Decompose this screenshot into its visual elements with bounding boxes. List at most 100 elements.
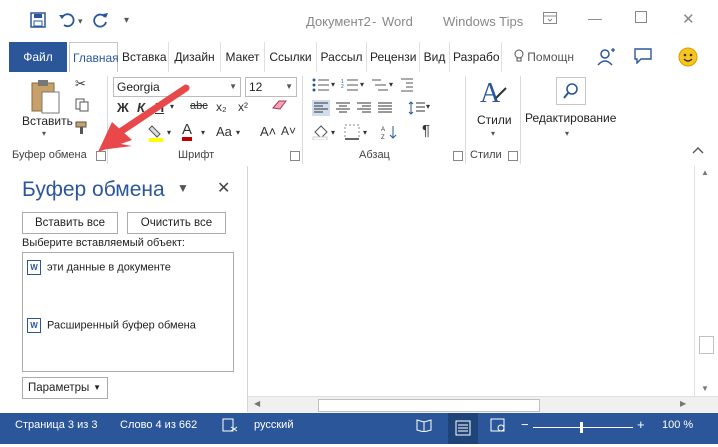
align-right-icon[interactable] xyxy=(356,100,372,119)
borders-icon[interactable] xyxy=(344,124,360,143)
numbering-icon[interactable]: 12 xyxy=(341,78,359,95)
tab-review[interactable]: Рецензи xyxy=(367,42,420,72)
multilevel-dropdown-icon[interactable]: ▾ xyxy=(389,80,393,89)
cut-icon[interactable]: ✂ xyxy=(75,76,86,92)
font-color-button[interactable]: A xyxy=(182,122,193,141)
hscroll-thumb[interactable] xyxy=(318,399,540,412)
editing-label[interactable]: Редактирование xyxy=(525,111,616,125)
undo-dropdown-icon[interactable]: ▾ xyxy=(78,16,83,27)
web-layout-icon[interactable] xyxy=(490,418,506,435)
tab-file[interactable]: Файл xyxy=(9,42,67,72)
sort-icon[interactable]: AZ xyxy=(381,124,399,143)
smiley-feedback-icon[interactable] xyxy=(678,47,698,70)
save-icon[interactable] xyxy=(30,12,46,32)
clipboard-item[interactable]: Wэти данные в документе xyxy=(27,260,171,275)
shading-dropdown-icon[interactable]: ▾ xyxy=(331,128,335,137)
paste-label[interactable]: Вставить xyxy=(22,114,73,128)
maximize-icon[interactable] xyxy=(635,11,647,26)
vertical-scrollbar[interactable]: ▲ ▼ xyxy=(694,166,717,396)
bold-button[interactable]: Ж xyxy=(117,100,129,115)
styles-icon[interactable]: A xyxy=(478,76,508,113)
pane-options-icon[interactable]: ▼ xyxy=(177,181,189,195)
undo-icon[interactable] xyxy=(58,12,76,32)
close-icon[interactable]: ✕ xyxy=(682,10,695,28)
tab-view[interactable]: Вид xyxy=(420,42,450,72)
styles-dropdown-icon[interactable]: ▾ xyxy=(491,129,495,138)
underline-dropdown-icon[interactable]: ▾ xyxy=(170,102,174,111)
scroll-right-icon[interactable]: ▶ xyxy=(680,399,686,408)
clipboard-item[interactable]: W Расширенный буфер обмена xyxy=(27,318,196,333)
shading-icon[interactable] xyxy=(312,124,330,143)
decrease-indent-icon[interactable] xyxy=(400,78,414,95)
print-layout-icon[interactable] xyxy=(448,413,478,444)
font-launcher-icon[interactable] xyxy=(290,151,300,161)
ribbon-display-options-icon[interactable] xyxy=(543,12,557,27)
zoom-out-icon[interactable]: − xyxy=(521,417,529,432)
tab-references[interactable]: Ссылки xyxy=(265,42,317,72)
proofing-icon[interactable] xyxy=(222,418,238,435)
tell-me-box[interactable]: Помощн xyxy=(506,42,582,72)
copy-icon[interactable] xyxy=(75,98,89,115)
word-count[interactable]: Слово 4 из 662 xyxy=(120,419,197,431)
paste-icon[interactable] xyxy=(30,78,62,119)
styles-label[interactable]: Стили xyxy=(477,113,512,127)
scroll-down-icon[interactable]: ▼ xyxy=(701,384,709,393)
clear-formatting-icon[interactable] xyxy=(271,98,289,115)
clipboard-launcher-icon[interactable] xyxy=(96,151,106,161)
bullets-icon[interactable] xyxy=(312,78,330,95)
document-canvas[interactable]: ▲ ▼ ◀ ▶ xyxy=(248,166,718,413)
options-button[interactable]: Параметры ▼ xyxy=(22,377,108,399)
align-left-icon[interactable] xyxy=(312,100,330,119)
multilevel-list-icon[interactable] xyxy=(371,78,389,95)
zoom-slider[interactable] xyxy=(533,427,633,428)
align-center-icon[interactable] xyxy=(335,100,351,119)
numbering-dropdown-icon[interactable]: ▾ xyxy=(360,80,364,89)
highlight-icon[interactable] xyxy=(148,124,164,145)
collapse-ribbon-icon[interactable] xyxy=(692,146,704,157)
customize-qat-icon[interactable]: ▾ xyxy=(124,15,129,26)
tab-layout[interactable]: Макет xyxy=(221,42,265,72)
share-user-icon[interactable] xyxy=(596,47,616,70)
font-color-dropdown-icon[interactable]: ▾ xyxy=(201,128,205,137)
justify-icon[interactable] xyxy=(377,100,393,119)
redo-icon[interactable] xyxy=(93,12,109,32)
scroll-left-icon[interactable]: ◀ xyxy=(254,399,260,408)
change-case-button[interactable]: Aa xyxy=(216,124,232,139)
underline-button[interactable]: Ч xyxy=(155,100,164,115)
line-spacing-icon[interactable] xyxy=(408,100,426,119)
shrink-font-button[interactable]: A˅ xyxy=(281,124,296,138)
tab-developer[interactable]: Разрабо xyxy=(450,42,502,72)
tab-home[interactable]: Главная xyxy=(69,42,119,72)
tab-mailings[interactable]: Рассыл xyxy=(317,42,367,72)
scroll-thumb[interactable] xyxy=(699,336,714,354)
line-spacing-dropdown-icon[interactable]: ▾ xyxy=(426,102,430,111)
paste-all-button[interactable]: Вставить все xyxy=(22,212,118,234)
zoom-in-icon[interactable]: + xyxy=(637,417,645,432)
search-icon[interactable] xyxy=(556,77,586,105)
horizontal-scrollbar[interactable]: ◀ ▶ xyxy=(248,396,718,413)
pane-close-icon[interactable]: ✕ xyxy=(217,178,230,198)
read-mode-icon[interactable] xyxy=(416,418,432,435)
tab-insert[interactable]: Вставка xyxy=(119,42,169,72)
font-size-combo[interactable]: 12 ▼ xyxy=(245,77,297,97)
bullets-dropdown-icon[interactable]: ▾ xyxy=(331,80,335,89)
show-marks-icon[interactable]: ¶ xyxy=(422,122,430,139)
zoom-slider-thumb[interactable] xyxy=(580,422,583,433)
grow-font-button[interactable]: A˄ xyxy=(260,124,276,139)
format-painter-icon[interactable] xyxy=(75,121,89,138)
page-count[interactable]: Страница 3 из 3 xyxy=(15,419,97,431)
strikethrough-button[interactable]: abc xyxy=(190,100,208,112)
tab-design[interactable]: Дизайн xyxy=(169,42,221,72)
clear-all-button[interactable]: Очистить все xyxy=(127,212,226,234)
language-indicator[interactable]: русский xyxy=(254,419,293,431)
change-case-dropdown-icon[interactable]: ▾ xyxy=(236,128,240,137)
subscript-button[interactable]: x₂ xyxy=(216,100,227,114)
comments-icon[interactable] xyxy=(634,48,652,67)
highlight-dropdown-icon[interactable]: ▾ xyxy=(167,128,171,137)
borders-dropdown-icon[interactable]: ▾ xyxy=(363,128,367,137)
minimize-icon[interactable]: — xyxy=(588,10,602,26)
italic-button[interactable]: К xyxy=(137,100,145,115)
styles-launcher-icon[interactable] xyxy=(508,151,518,161)
zoom-level[interactable]: 100 % xyxy=(662,419,693,431)
paragraph-launcher-icon[interactable] xyxy=(453,151,463,161)
